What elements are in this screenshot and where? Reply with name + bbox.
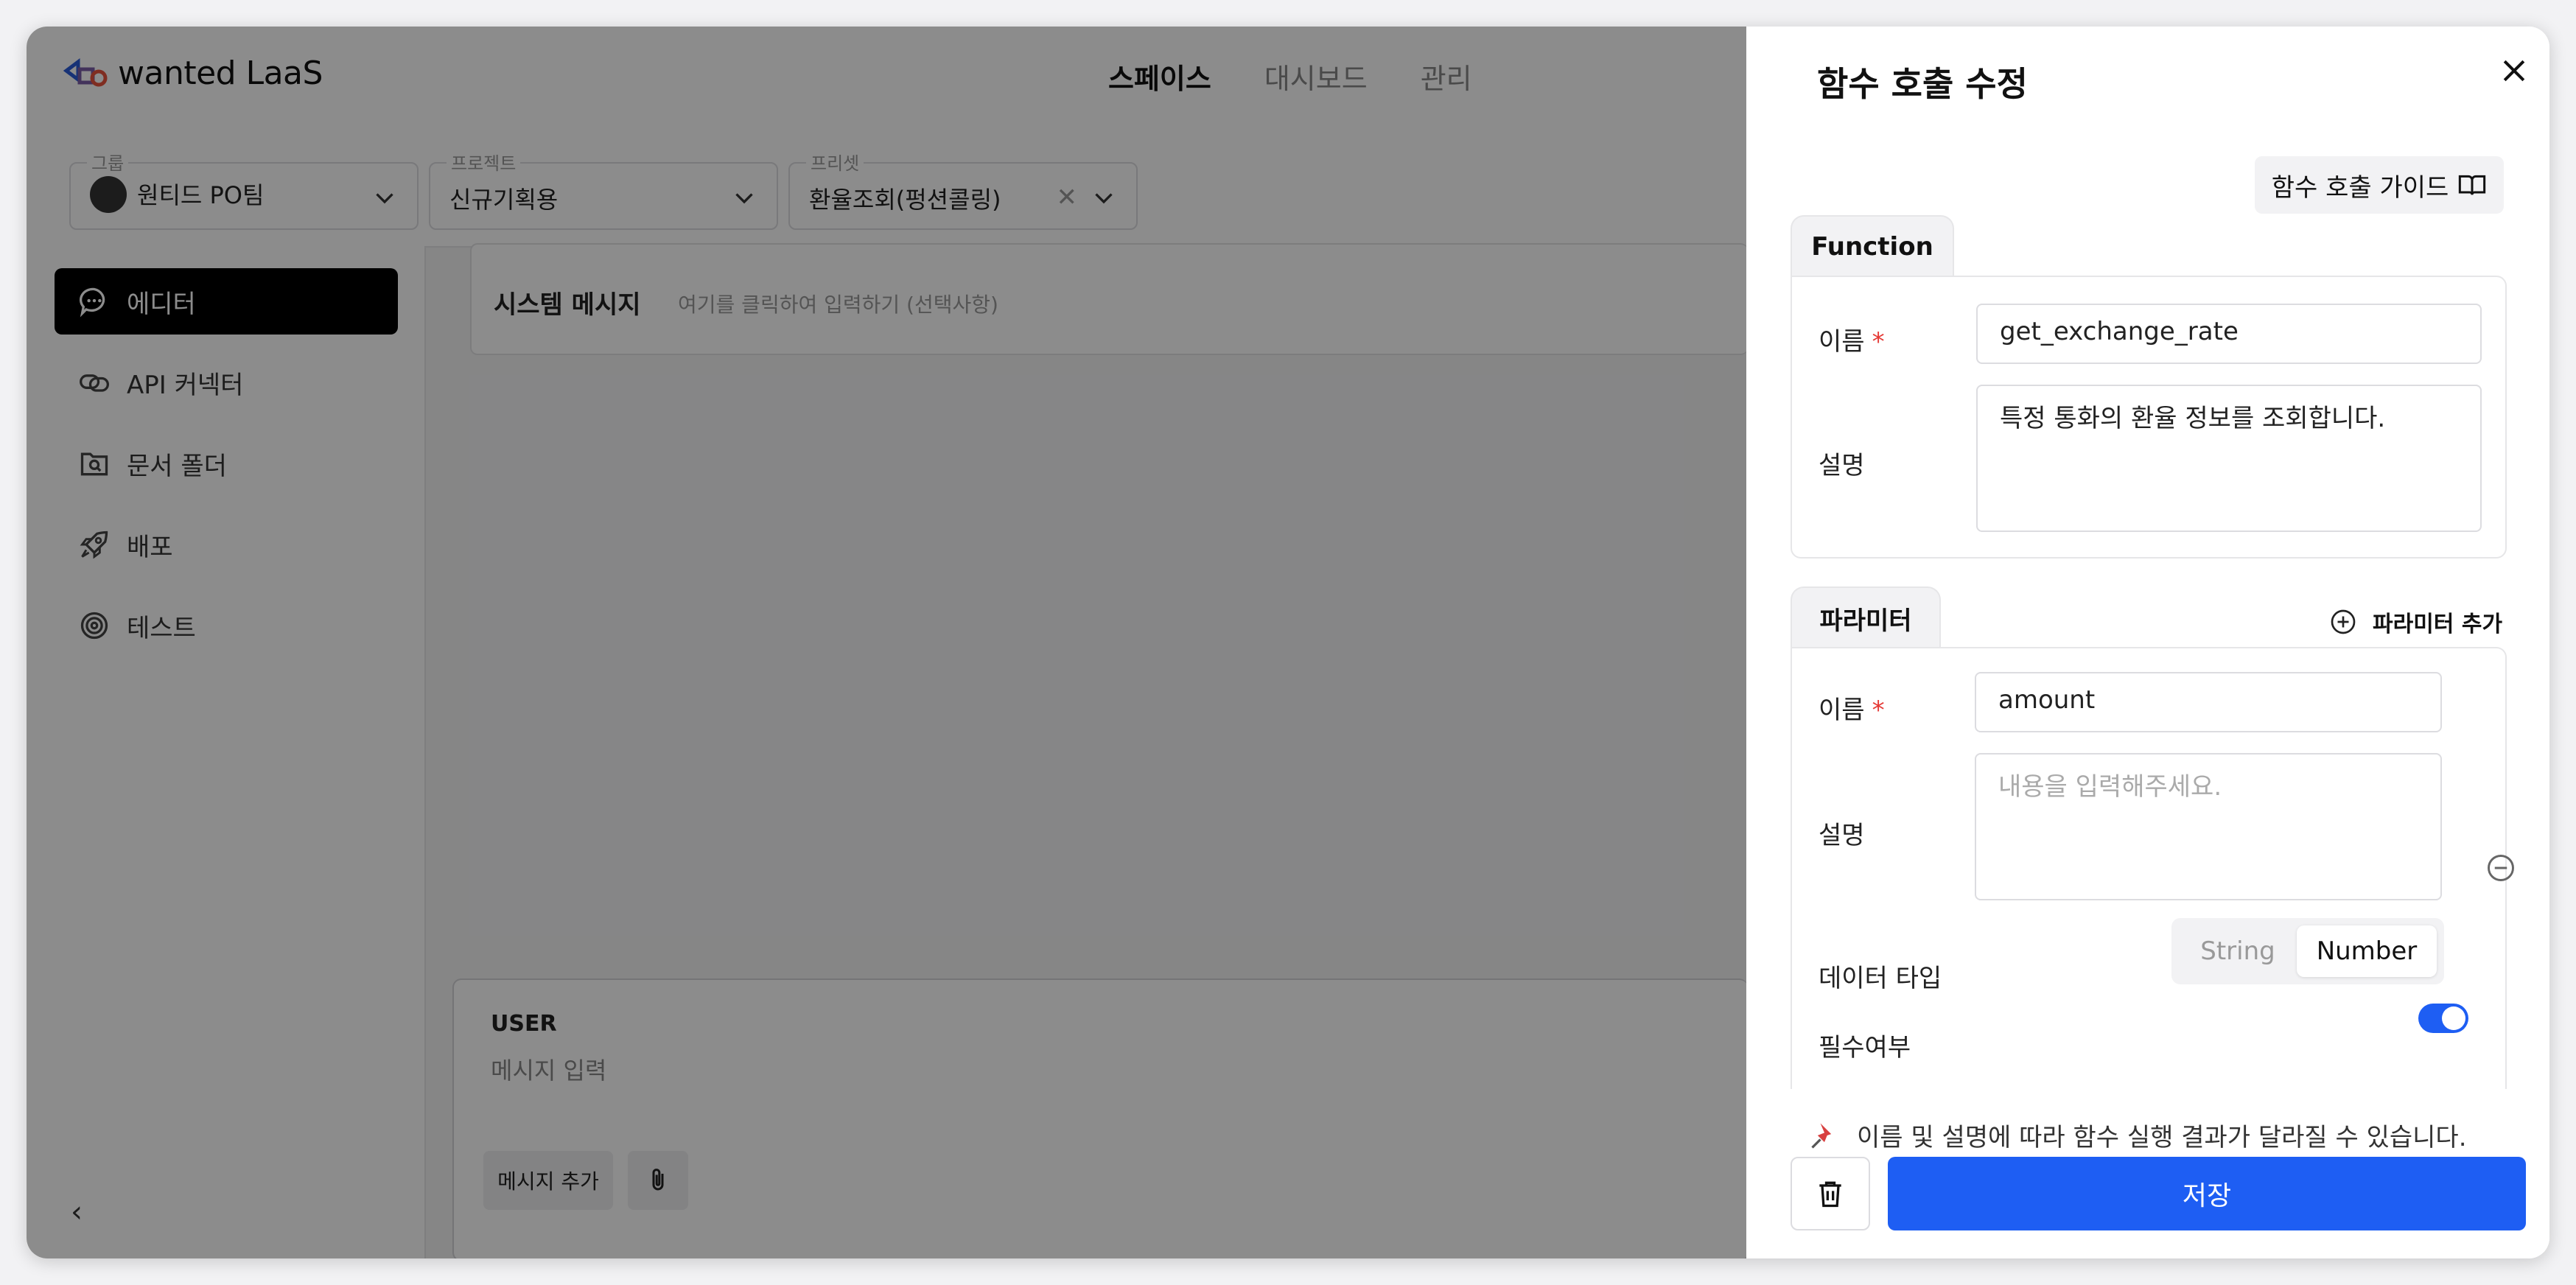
function-desc-textarea[interactable]: 특정 통화의 환율 정보를 조회합니다. [1976,385,2482,532]
remove-parameter-icon[interactable] [2485,852,2517,884]
param-desc-textarea[interactable]: 내용을 입력해주세요. [1975,753,2442,900]
delete-button[interactable] [1791,1157,1870,1230]
function-call-guide-button[interactable]: 함수 호출 가이드 [2255,156,2504,214]
type-option-number[interactable]: Number [2297,925,2437,977]
app-window: wanted LaaS 스페이스 대시보드 관리 그룹 원티드 PO팀 프로젝트… [27,27,2549,1258]
add-parameter-label: 파라미터 추가 [2373,612,2503,637]
data-type-segmented: String Number [2171,918,2444,984]
required-toggle[interactable] [2418,1004,2468,1033]
save-button[interactable]: 저장 [1888,1157,2526,1230]
add-parameter-button[interactable]: 파라미터 추가 [2328,606,2502,638]
modal-overlay[interactable] [27,27,1746,1258]
type-option-string[interactable]: String [2179,925,2297,977]
guide-button-label: 함수 호출 가이드 [2271,172,2449,203]
function-desc-label: 설명 [1819,451,1865,480]
tab-parameters[interactable]: 파라미터 [1791,587,1941,648]
plus-circle-icon [2331,609,2356,634]
close-icon[interactable] [2498,55,2530,87]
function-name-label: 이름 * [1819,327,1885,357]
data-type-label: 데이터 타입 [1819,964,1942,993]
function-card: 이름 * get_exchange_rate 설명 특정 통화의 환율 정보를 조… [1791,276,2507,559]
info-note: 이름 및 설명에 따라 함수 실행 결과가 달라질 수 있습니다. [1808,1117,2467,1153]
tab-function[interactable]: Function [1791,215,1954,277]
trash-icon [1819,1181,1841,1208]
editor-app: wanted LaaS 스페이스 대시보드 관리 그룹 원티드 PO팀 프로젝트… [27,27,1748,1258]
toggle-knob [2442,1006,2465,1030]
edit-function-panel: 함수 호출 수정 함수 호출 가이드 Function 이름 * get_exch… [1746,27,2549,1258]
pushpin-icon [1811,1123,1832,1149]
function-name-input[interactable]: get_exchange_rate [1976,304,2482,364]
book-icon [2459,175,2486,195]
param-desc-label: 설명 [1819,821,1865,850]
required-label: 필수여부 [1819,1033,1911,1062]
param-name-label: 이름 * [1819,696,1885,725]
param-name-input[interactable]: amount [1975,672,2442,732]
panel-title: 함수 호출 수정 [1817,64,2028,104]
info-note-text: 이름 및 설명에 따라 함수 실행 결과가 달라질 수 있습니다. [1857,1123,2467,1152]
parameter-card: 이름 * amount 설명 내용을 입력해주세요. 데이터 타입 필수여부 [1791,647,2507,1089]
